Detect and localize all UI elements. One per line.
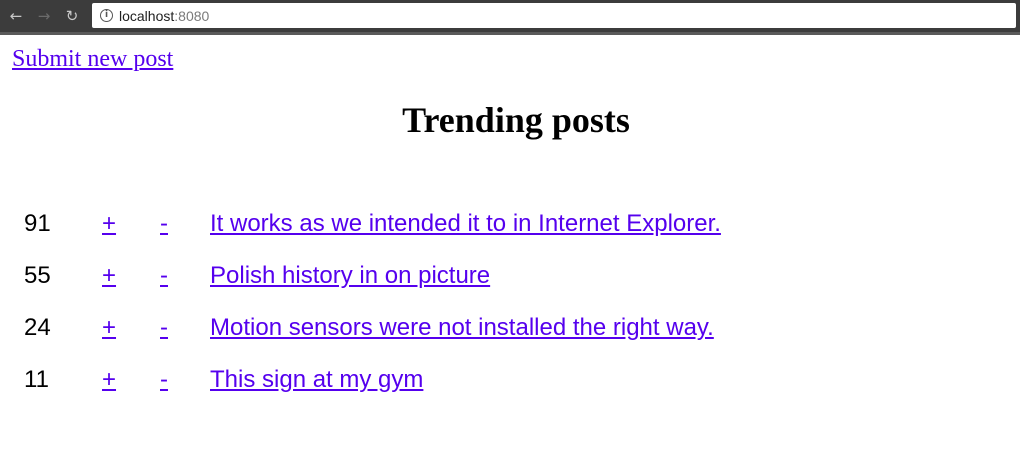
post-row: 24 + - Motion sensors were not installed… — [24, 314, 924, 366]
post-title-link[interactable]: Polish history in on picture — [210, 262, 490, 290]
posts-list: 91 + - It works as we intended it to in … — [24, 210, 924, 418]
downvote-link[interactable]: - — [160, 210, 168, 238]
post-score: 91 — [24, 210, 51, 237]
upvote-link[interactable]: + — [102, 262, 116, 290]
browser-toolbar: ← → ↻ i localhost:8080 — [0, 0, 1020, 32]
upvote-link[interactable]: + — [102, 314, 116, 342]
post-title-link[interactable]: It works as we intended it to in Interne… — [210, 210, 721, 238]
downvote-link[interactable]: - — [160, 314, 168, 342]
toolbar-divider — [0, 32, 1020, 35]
url-port: :8080 — [174, 7, 210, 24]
post-row: 55 + - Polish history in on picture — [24, 262, 924, 314]
post-title-link[interactable]: This sign at my gym — [210, 366, 423, 394]
submit-new-post-link[interactable]: Submit new post — [12, 46, 173, 73]
post-title-link[interactable]: Motion sensors were not installed the ri… — [210, 314, 714, 342]
post-row: 11 + - This sign at my gym — [24, 366, 924, 418]
forward-arrow-icon[interactable]: → — [34, 6, 54, 26]
address-bar[interactable]: i localhost:8080 — [92, 3, 1016, 28]
downvote-link[interactable]: - — [160, 262, 168, 290]
page-title: Trending posts — [402, 100, 630, 140]
post-score: 55 — [24, 262, 51, 289]
back-arrow-icon[interactable]: ← — [6, 6, 26, 26]
upvote-link[interactable]: + — [102, 366, 116, 394]
post-score: 11 — [24, 366, 49, 393]
post-row: 91 + - It works as we intended it to in … — [24, 210, 924, 262]
info-icon[interactable]: i — [100, 9, 113, 22]
url-host: localhost — [119, 7, 175, 24]
downvote-link[interactable]: - — [160, 366, 168, 394]
upvote-link[interactable]: + — [102, 210, 116, 238]
post-score: 24 — [24, 314, 51, 341]
reload-icon[interactable]: ↻ — [62, 6, 82, 26]
